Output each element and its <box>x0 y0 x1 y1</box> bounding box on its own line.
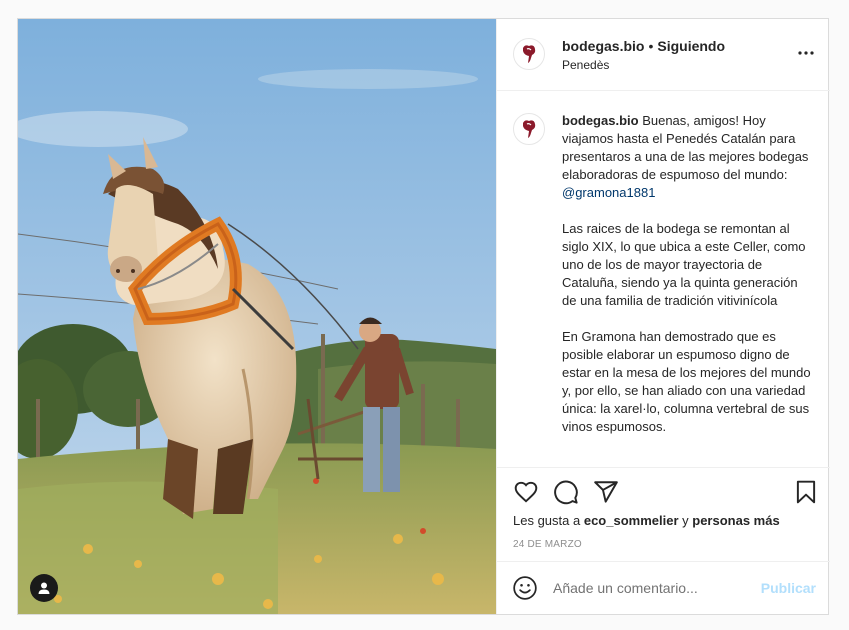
caption-account-name[interactable]: bodegas.bio <box>562 113 639 128</box>
liker-username[interactable]: eco_sommelier <box>584 513 679 528</box>
photo-image <box>18 19 496 614</box>
other-likers-link[interactable]: personas más <box>692 513 779 528</box>
comment-button[interactable] <box>553 479 579 505</box>
comment-input[interactable] <box>553 576 753 600</box>
caption-paragraph: Las raices de la bodega se remontan al s… <box>562 221 806 308</box>
likes-summary: Les gusta a eco_sommelier y personas más <box>513 513 780 528</box>
bookmark-icon <box>796 480 816 504</box>
publish-button[interactable]: Publicar <box>761 580 816 596</box>
mention-link[interactable]: @gramona1881 <box>562 185 655 200</box>
action-bar <box>497 477 830 507</box>
share-icon <box>594 481 618 503</box>
follow-status-button[interactable]: Siguiendo <box>657 38 725 54</box>
emoji-button[interactable] <box>512 575 538 601</box>
post-card: bodegas.bio • Siguiendo Penedès bodegas.… <box>17 18 830 615</box>
heart-icon <box>514 481 538 503</box>
user-tag-icon <box>38 582 50 594</box>
post-photo[interactable] <box>18 19 496 614</box>
more-options-icon <box>798 51 814 55</box>
comment-bar: Publicar <box>497 561 830 614</box>
caption-area: bodegas.bio Buenas, amigos! Hoy viajamos… <box>497 91 830 468</box>
caption-paragraph: En Gramona han demostrado que es posible… <box>562 329 811 434</box>
save-button[interactable] <box>793 479 819 505</box>
post-date[interactable]: 24 DE MARZO <box>513 539 582 550</box>
likes-connector: y <box>682 513 689 528</box>
account-avatar[interactable] <box>513 38 545 70</box>
logo-icon <box>523 45 536 63</box>
share-button[interactable] <box>593 479 619 505</box>
logo-icon <box>523 120 536 138</box>
likes-prefix: Les gusta a <box>513 513 581 528</box>
account-name[interactable]: bodegas.bio <box>562 38 644 54</box>
post-side-panel: bodegas.bio • Siguiendo Penedès bodegas.… <box>496 19 830 614</box>
separator-dot: • <box>648 38 654 54</box>
like-button[interactable] <box>513 479 539 505</box>
comment-icon <box>554 480 578 505</box>
header-title: bodegas.bio • Siguiendo <box>562 38 725 54</box>
emoji-icon <box>513 576 537 600</box>
caption-paragraph: bodegas.bio Buenas, amigos! Hoy viajamos… <box>562 112 812 202</box>
post-location[interactable]: Penedès <box>562 58 609 72</box>
post-header: bodegas.bio • Siguiendo Penedès <box>497 19 830 91</box>
user-tag-button[interactable] <box>30 574 58 602</box>
more-options-button[interactable] <box>796 45 816 61</box>
caption-avatar[interactable] <box>513 113 545 145</box>
post-caption: bodegas.bio Buenas, amigos! Hoy viajamos… <box>562 112 812 454</box>
